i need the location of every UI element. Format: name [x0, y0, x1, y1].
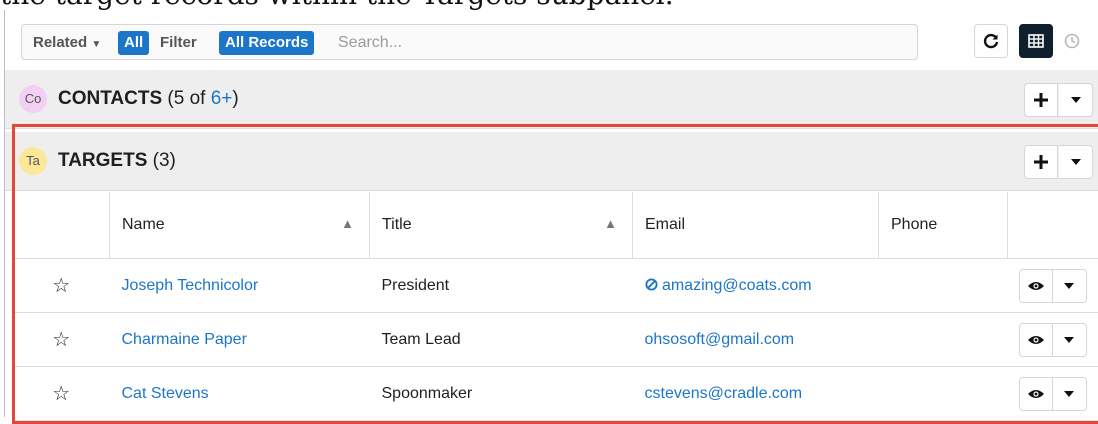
refresh-icon [982, 32, 1000, 50]
list-view-button[interactable] [1019, 24, 1053, 58]
eye-icon [1027, 388, 1045, 400]
sort-icon[interactable]: ▲ [604, 216, 617, 231]
favorite-star-icon[interactable]: ☆ [13, 313, 110, 367]
refresh-button[interactable] [974, 24, 1008, 58]
plus-icon [1034, 155, 1048, 169]
targets-create-button[interactable] [1024, 145, 1058, 179]
favorite-star-icon[interactable]: ☆ [13, 367, 110, 421]
contacts-avatar: Co [19, 85, 47, 113]
subpanel-toolbar: Related ▼ All Filter All Records Search.… [5, 10, 1098, 74]
contacts-actions-dropdown[interactable] [1059, 83, 1093, 117]
target-title: President [382, 277, 450, 294]
contacts-count-prefix: (5 of [167, 88, 210, 109]
targets-title: TARGETS (3) [58, 150, 176, 172]
caret-down-icon [1063, 390, 1075, 398]
preview-button[interactable] [1019, 323, 1053, 357]
row-actions-dropdown[interactable] [1053, 323, 1087, 357]
table-header-row: Name ▲ Title ▲ Email Phone [13, 192, 1098, 259]
column-label: Phone [891, 216, 937, 233]
row-actions-dropdown[interactable] [1053, 269, 1087, 303]
eye-icon [1027, 334, 1045, 346]
clock-icon [1064, 33, 1080, 49]
related-label: Related [33, 34, 87, 51]
targets-avatar: Ta [19, 147, 47, 175]
targets-title-text: TARGETS [58, 150, 147, 171]
caption-text: the target records within the Targets su… [0, 0, 1098, 10]
preview-button[interactable] [1019, 269, 1053, 303]
preview-button[interactable] [1019, 377, 1053, 411]
row-actions [1019, 377, 1098, 411]
email-column-header[interactable]: Email [633, 192, 879, 259]
column-label: Title [382, 216, 412, 233]
actions-column-header [1008, 192, 1098, 259]
record-subpanels: Related ▼ All Filter All Records Search.… [4, 10, 1098, 417]
caret-down-icon [1063, 282, 1075, 290]
row-actions [1019, 323, 1098, 357]
contacts-count-suffix: ) [232, 88, 238, 109]
target-email-text: amazing@coats.com [662, 277, 812, 294]
contacts-subpanel-header[interactable]: Co CONTACTS (5 of 6+) [5, 70, 1098, 129]
plus-icon [1034, 93, 1048, 107]
contacts-title-text: CONTACTS [58, 88, 162, 109]
targets-subpanel-header[interactable]: Ta TARGETS (3) [5, 132, 1098, 191]
favorite-column-header [13, 192, 110, 259]
chevron-down-icon: ▼ [91, 39, 101, 50]
target-title: Spoonmaker [382, 385, 473, 402]
row-actions-dropdown[interactable] [1053, 377, 1087, 411]
target-email-link[interactable]: ohsosoft@gmail.com [645, 331, 795, 348]
contacts-create-button[interactable] [1024, 83, 1058, 117]
contacts-more-link[interactable]: 6+ [211, 88, 233, 109]
target-title: Team Lead [382, 331, 461, 348]
related-dropdown[interactable]: Related ▼ [33, 34, 101, 54]
contacts-title: CONTACTS (5 of 6+) [58, 88, 239, 110]
related-all-pill[interactable]: All [118, 31, 149, 55]
name-column-header[interactable]: Name ▲ [110, 192, 370, 259]
table-row: ☆ Cat Stevens Spoonmaker cstevens@cradle… [13, 367, 1098, 421]
target-name-link[interactable]: Cat Stevens [122, 385, 209, 402]
search-input[interactable]: Search... [338, 34, 402, 52]
table-row: ☆ Joseph Technicolor President amazing@c… [13, 259, 1098, 313]
eye-icon [1027, 280, 1045, 292]
favorite-star-icon[interactable]: ☆ [13, 259, 110, 313]
title-column-header[interactable]: Title ▲ [370, 192, 633, 259]
table-row: ☆ Charmaine Paper Team Lead ohsosoft@gma… [13, 313, 1098, 367]
target-name-link[interactable]: Charmaine Paper [122, 331, 247, 348]
target-email-link[interactable]: amazing@coats.com [645, 277, 812, 294]
filter-all-records-pill[interactable]: All Records [219, 31, 314, 55]
phone-column-header[interactable]: Phone [879, 192, 1008, 259]
column-label: Name [122, 216, 165, 233]
sort-icon[interactable]: ▲ [341, 216, 354, 231]
targets-count: (3) [153, 150, 176, 171]
caret-down-icon [1070, 96, 1082, 104]
targets-table: Name ▲ Title ▲ Email Phone ☆ Joseph Te [13, 192, 1098, 421]
table-icon [1028, 34, 1044, 48]
target-name-link[interactable]: Joseph Technicolor [122, 277, 259, 294]
opted-out-icon [645, 278, 658, 291]
row-actions [1019, 269, 1098, 303]
filter-label[interactable]: Filter [160, 34, 197, 52]
activity-stream-button[interactable] [1055, 24, 1089, 58]
targets-actions-dropdown[interactable] [1059, 145, 1093, 179]
column-label: Email [645, 216, 685, 233]
filter-bar [21, 24, 918, 60]
target-email-link[interactable]: cstevens@cradle.com [645, 385, 803, 402]
caret-down-icon [1063, 336, 1075, 344]
caret-down-icon [1070, 158, 1082, 166]
